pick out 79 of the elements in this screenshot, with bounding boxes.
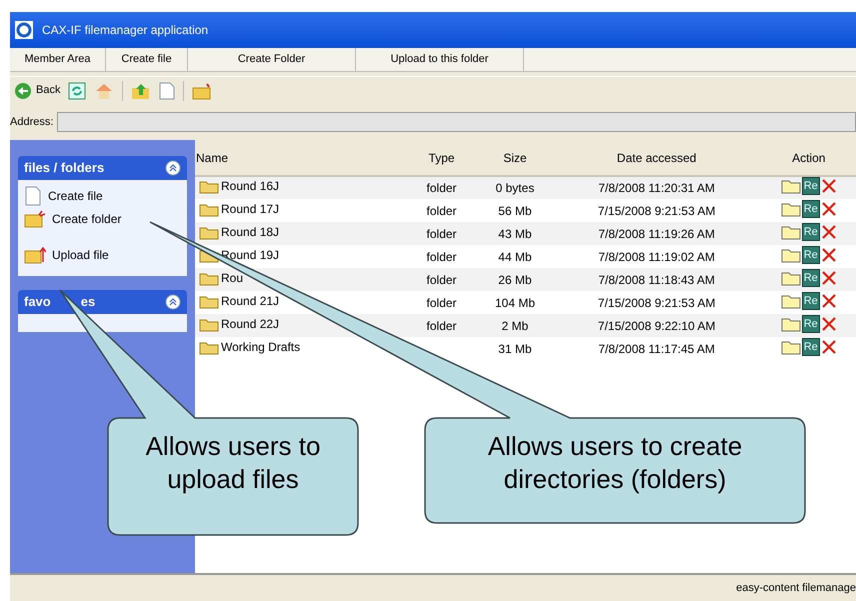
table-cell: 31 Mb: [498, 342, 532, 356]
back-button[interactable]: Back: [14, 82, 60, 100]
rename-button[interactable]: Re: [802, 338, 820, 356]
table-cell: 2 Mb: [502, 318, 528, 332]
delete-icon[interactable]: [820, 246, 837, 262]
rename-button[interactable]: Re: [802, 246, 820, 264]
table-cell: 0 bytes: [496, 181, 534, 195]
table-cell: 43 Mb: [498, 226, 532, 240]
new-folder-icon: [24, 210, 46, 228]
table-cell: 7/15/2008 9:21:53 AM: [598, 204, 716, 218]
delete-icon[interactable]: [820, 224, 837, 240]
panel-title: files / folders: [24, 160, 104, 176]
browser-icon: [14, 20, 34, 40]
delete-icon[interactable]: [820, 270, 837, 286]
menu-tab[interactable]: Member Area: [10, 48, 106, 71]
status-text: easy-content filemanage: [736, 580, 856, 596]
table-cell: folder: [426, 318, 457, 332]
table-cell: 7/8/2008 11:19:02 AM: [598, 250, 715, 264]
table-cell: 7/8/2008 11:17:45 AM: [598, 342, 715, 356]
table-cell: 26 Mb: [498, 272, 532, 286]
panel-title: es: [80, 294, 96, 310]
rename-button[interactable]: Re: [802, 314, 820, 332]
column-header[interactable]: Size: [478, 140, 552, 176]
callout-text: Allows users to upload files: [144, 430, 322, 495]
open-folder-icon[interactable]: [780, 224, 801, 240]
open-folder-icon[interactable]: [780, 316, 801, 332]
table-cell: folder: [426, 204, 457, 218]
delete-icon[interactable]: [820, 292, 837, 308]
table-cell: folder: [426, 250, 457, 264]
menu-tab[interactable]: Create Folder: [188, 48, 356, 71]
menu-tab[interactable]: Upload to this folder: [356, 48, 524, 71]
folder-name[interactable]: Round 17J: [221, 200, 280, 218]
panel-title: favo: [24, 294, 51, 310]
table-cell: 7/8/2008 11:20:31 AM: [598, 181, 715, 195]
column-header[interactable]: Type: [404, 140, 478, 176]
rename-button[interactable]: Re: [802, 222, 820, 240]
delete-icon[interactable]: [820, 178, 837, 194]
delete-icon[interactable]: [820, 338, 837, 354]
collapse-icon[interactable]: [165, 294, 181, 310]
open-folder-icon[interactable]: [780, 270, 801, 286]
rename-button[interactable]: Re: [802, 177, 820, 195]
delete-icon[interactable]: [820, 200, 837, 216]
column-header[interactable]: Name: [195, 140, 405, 176]
table-cell: folder: [426, 296, 457, 310]
sidebar-link[interactable]: Create file: [24, 186, 181, 206]
rename-button[interactable]: Re: [802, 200, 820, 218]
table-cell: 7/8/2008 11:18:43 AM: [598, 272, 715, 286]
table-cell: 104 Mb: [494, 296, 535, 310]
table-cell: 56 Mb: [498, 204, 532, 218]
new-file-icon[interactable]: [159, 82, 176, 100]
table-cell: 44 Mb: [498, 250, 532, 264]
table-cell: folder: [426, 272, 457, 286]
address-field[interactable]: [57, 112, 856, 132]
address-label: Address:: [10, 114, 54, 130]
folder-name[interactable]: Rou: [221, 268, 244, 286]
column-header[interactable]: Action: [762, 140, 856, 176]
delete-icon[interactable]: [820, 316, 837, 332]
window-title: CAX-IF filemanager application: [42, 22, 208, 39]
refresh-icon[interactable]: [68, 82, 86, 100]
new-folder-icon[interactable]: [192, 82, 212, 100]
collapse-icon[interactable]: [165, 160, 181, 176]
folder-name[interactable]: Working Drafts: [221, 338, 300, 356]
rename-button[interactable]: Re: [802, 292, 820, 310]
upload-folder-icon: [24, 246, 46, 264]
column-header[interactable]: Date accessed: [552, 140, 762, 176]
sidebar-link[interactable]: Upload file: [24, 246, 181, 264]
table-cell: 7/8/2008 11:19:26 AM: [598, 226, 715, 240]
table-cell: folder: [426, 226, 457, 240]
file-icon: [24, 186, 42, 206]
callout-text: Allows users to create directories (folders): [486, 430, 744, 495]
folder-up-icon[interactable]: [131, 82, 152, 100]
open-folder-icon[interactable]: [780, 178, 801, 194]
menu-tab[interactable]: Create file: [106, 48, 188, 71]
table-cell: 7/15/2008 9:21:53 AM: [598, 296, 716, 310]
table-cell: folder: [426, 181, 457, 195]
table-cell: 7/15/2008 9:22:10 AM: [598, 318, 716, 332]
folder-name[interactable]: Round 21J: [221, 292, 280, 310]
rename-button[interactable]: Re: [802, 268, 820, 286]
sidebar-link[interactable]: Create folder: [24, 210, 181, 228]
